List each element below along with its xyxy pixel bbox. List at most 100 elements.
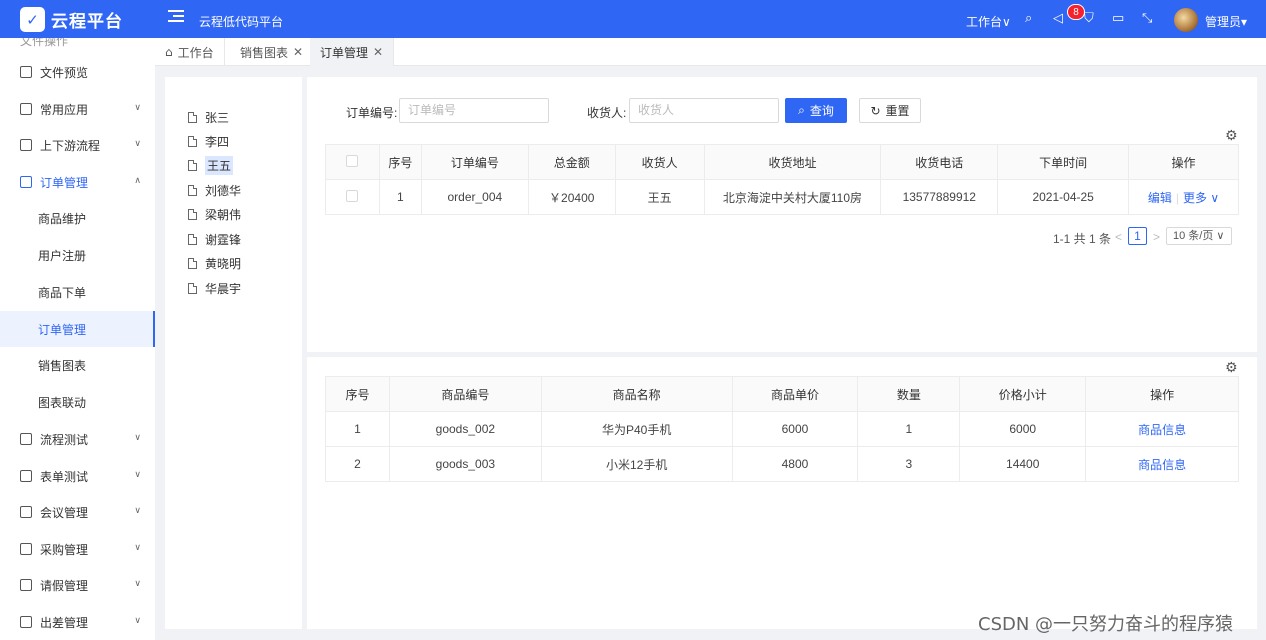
sidebar-item-meeting[interactable]: 会议管理 ∨ xyxy=(0,494,155,530)
search-icon[interactable]: ⌕ xyxy=(1025,12,1032,26)
menu-fold-icon[interactable] xyxy=(168,10,184,24)
more-dropdown[interactable]: 更多 ∨ xyxy=(1183,191,1219,205)
file-icon xyxy=(188,233,197,245)
current-page[interactable]: 1 xyxy=(1128,227,1147,245)
next-page-button[interactable]: > xyxy=(1153,230,1160,244)
table-row[interactable]: 1 order_004 ￥20400 王五 北京海淀中关村大厦110房 1357… xyxy=(325,179,1239,215)
flow-icon xyxy=(20,139,32,151)
tree-node[interactable]: 张三 xyxy=(188,108,229,126)
sidebar-item-user-register[interactable]: 用户注册 xyxy=(0,237,155,273)
column-header: 操作 xyxy=(1128,144,1239,180)
sidebar-item-purchase[interactable]: 采购管理 ∨ xyxy=(0,531,155,567)
cell: goods_002 xyxy=(388,411,542,447)
chevron-up-icon: ∧ xyxy=(134,176,141,186)
query-button[interactable]: ⌕ 查询 xyxy=(785,98,847,123)
fullscreen-icon[interactable]: ⤡ xyxy=(1142,12,1152,26)
column-header: 序号 xyxy=(325,376,390,412)
logo[interactable]: ✓ 云程平台 xyxy=(20,7,123,32)
cell: 1 xyxy=(325,411,390,447)
sidebar-item-file-preview[interactable]: 文件预览 xyxy=(0,54,155,90)
tree-node[interactable]: 谢霆锋 xyxy=(188,230,241,248)
reload-icon: ↻ xyxy=(870,103,881,118)
tree-node[interactable]: 黄晓明 xyxy=(188,254,241,272)
reset-button[interactable]: ↻ 重置 xyxy=(859,98,921,123)
tab-bar: ⌂ 工作台 销售图表 ✕ 订单管理 ✕ xyxy=(155,38,1266,66)
cell: 4800 xyxy=(731,446,859,482)
chevron-down-icon: ∨ xyxy=(134,543,141,553)
search-icon: ⌕ xyxy=(798,103,805,117)
column-header: 总金额 xyxy=(527,144,616,180)
avatar[interactable] xyxy=(1174,8,1198,32)
sidebar-item-place-order[interactable]: 商品下单 xyxy=(0,274,155,310)
receiver-input[interactable]: 收货人 xyxy=(629,98,779,123)
sidebar-item-flow-test[interactable]: 流程测试 ∨ xyxy=(0,421,155,457)
tab-sales-chart[interactable]: 销售图表 ✕ xyxy=(230,38,315,66)
row-checkbox[interactable] xyxy=(325,179,380,215)
edit-link[interactable]: 编辑 xyxy=(1148,191,1172,205)
chevron-down-icon: ∨ xyxy=(134,616,141,626)
close-icon[interactable]: ✕ xyxy=(293,45,303,59)
cell: 13577889912 xyxy=(880,179,999,215)
page-size-select[interactable]: 10 条/页 ∨ xyxy=(1166,227,1232,245)
order-icon xyxy=(20,176,32,188)
cell: 6000 xyxy=(731,411,859,447)
order-no-input[interactable]: 订单编号 xyxy=(399,98,549,123)
sidebar-item-cut[interactable]: 文件操作 xyxy=(20,38,68,49)
meeting-icon xyxy=(20,506,32,518)
screen-icon[interactable]: ▭ xyxy=(1112,12,1124,26)
workspace-dropdown[interactable]: 工作台∨ xyxy=(966,13,1011,30)
cell: 华为P40手机 xyxy=(540,411,733,447)
close-icon[interactable]: ✕ xyxy=(373,45,383,59)
goods-info-link[interactable]: 商品信息 xyxy=(1138,458,1186,472)
tree-node[interactable]: 刘德华 xyxy=(188,181,241,199)
action-cell: 商品信息 xyxy=(1085,411,1239,447)
order-no-label: 订单编号: xyxy=(346,106,398,120)
trip-icon xyxy=(20,616,32,628)
tab-order-manage[interactable]: 订单管理 ✕ xyxy=(310,38,395,66)
sidebar-item-flow[interactable]: 上下游流程 ∨ xyxy=(0,127,155,163)
goods-info-link[interactable]: 商品信息 xyxy=(1138,423,1186,437)
select-all-checkbox[interactable] xyxy=(325,144,380,180)
column-header: 操作 xyxy=(1085,376,1239,412)
column-header: 数量 xyxy=(857,376,961,412)
sidebar-item-form-test[interactable]: 表单测试 ∨ xyxy=(0,458,155,494)
file-icon xyxy=(188,257,197,269)
sidebar-item-trip[interactable]: 出差管理 ∨ xyxy=(0,604,155,640)
sidebar-item-goods-maintain[interactable]: 商品维护 xyxy=(0,200,155,236)
notice-count-badge: 8 xyxy=(1067,4,1085,20)
sidebar-item-common-apps[interactable]: 常用应用 ∨ xyxy=(0,91,155,127)
sidebar-item-order-manage[interactable]: 订单管理 xyxy=(0,311,155,347)
table-row[interactable]: 2 goods_003 小米12手机 4800 3 14400 商品信息 xyxy=(325,446,1239,482)
tree-node-selected[interactable]: 王五 xyxy=(188,155,234,175)
sidebar-item-sales-chart[interactable]: 销售图表 xyxy=(0,347,155,383)
tree-node[interactable]: 华晨宇 xyxy=(188,279,241,297)
table-row[interactable]: 1 goods_002 华为P40手机 6000 1 6000 商品信息 xyxy=(325,411,1239,447)
settings-gear-icon[interactable]: ⚙ xyxy=(1225,360,1238,376)
sidebar-item-leave[interactable]: 请假管理 ∨ xyxy=(0,567,155,603)
notice-icon[interactable]: ◁ xyxy=(1053,12,1063,26)
chevron-down-icon: ∨ xyxy=(134,103,141,113)
column-header: 收货电话 xyxy=(880,144,999,180)
order-items-table: 序号 商品编号 商品名称 商品单价 数量 价格小计 操作 1 goods_002… xyxy=(325,376,1239,482)
cell: 2 xyxy=(325,446,390,482)
sidebar-item-chart-linkage[interactable]: 图表联动 xyxy=(0,384,155,420)
cell: goods_003 xyxy=(388,446,542,482)
tab-workbench[interactable]: ⌂ 工作台 xyxy=(155,38,225,66)
watermark: CSDN @一只努力奋斗的程序猿 xyxy=(978,614,1234,635)
cell: 6000 xyxy=(959,411,1087,447)
user-menu[interactable]: 管理员▾ xyxy=(1205,13,1247,30)
order-panel: 订单编号: 订单编号 收货人: 收货人 ⌕ 查询 ↻ 重置 ⚙ 序号 订单编号 总金… xyxy=(307,77,1257,352)
skin-icon[interactable]: ⛉ xyxy=(1084,12,1094,26)
cell: 14400 xyxy=(959,446,1087,482)
prev-page-button[interactable]: < xyxy=(1115,230,1122,244)
top-bar: ✓ 云程平台 云程低代码平台 工作台∨ ⌕ ◁ 8 ⛉ ▭ ⤡ 管理员▾ xyxy=(0,0,1266,38)
home-icon: ⌂ xyxy=(165,45,173,59)
tree-node[interactable]: 李四 xyxy=(188,132,229,150)
sidebar-item-order-group[interactable]: 订单管理 ∧ xyxy=(0,164,155,200)
cell: 小米12手机 xyxy=(540,446,733,482)
cell: 1 xyxy=(857,411,961,447)
order-table: 序号 订单编号 总金额 收货人 收货地址 收货电话 下单时间 操作 1 orde… xyxy=(325,144,1239,215)
settings-gear-icon[interactable]: ⚙ xyxy=(1225,128,1238,144)
tree-node[interactable]: 梁朝伟 xyxy=(188,205,241,223)
file-icon xyxy=(188,159,197,171)
